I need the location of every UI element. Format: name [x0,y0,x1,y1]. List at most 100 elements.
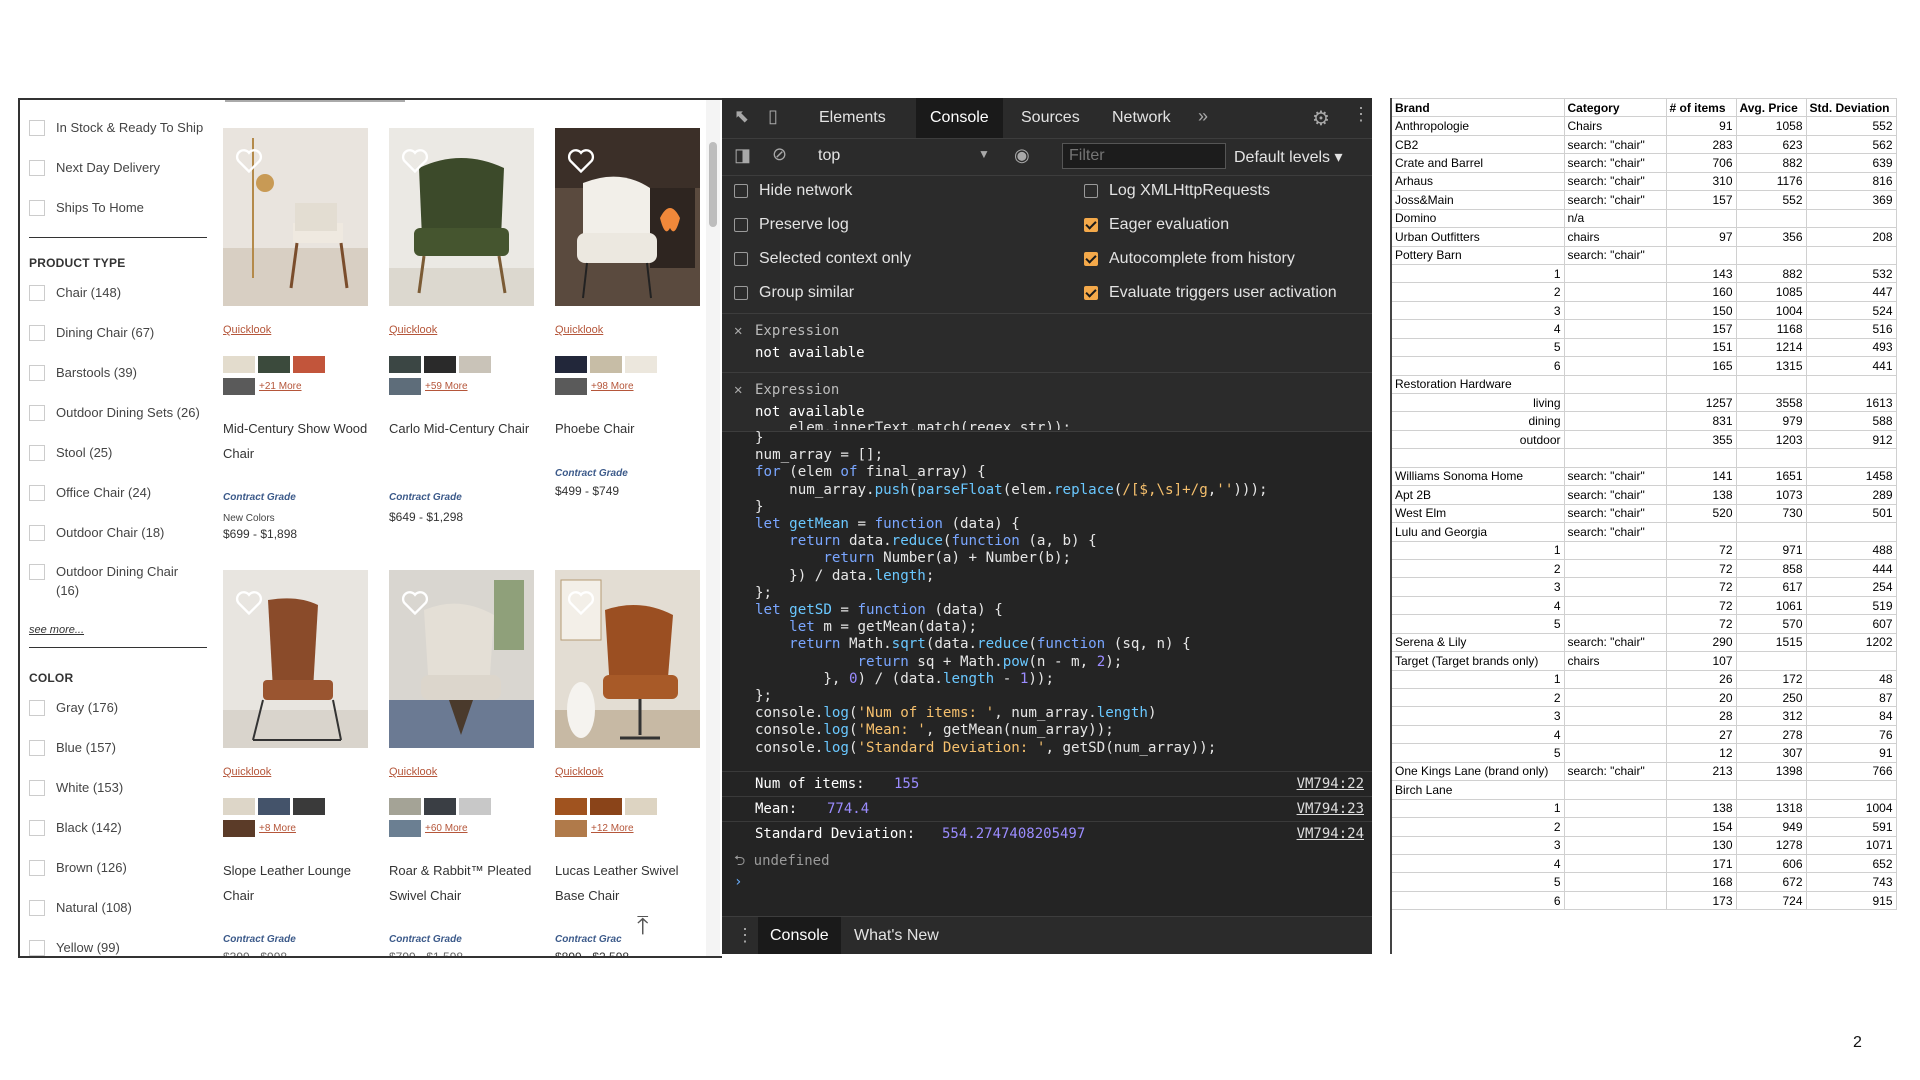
table-cell[interactable] [1665,208,1737,229]
eye-icon[interactable]: ◉ [1014,145,1030,166]
product-card[interactable]: Quicklook +12 More Lucas Leather Swivel … [555,570,705,956]
quicklook-link[interactable]: Quicklook [223,766,271,778]
table-cell[interactable]: search: "chair" [1563,632,1667,653]
table-cell[interactable] [1563,300,1667,321]
sidebar-toggle-icon[interactable]: ◨ [734,145,751,166]
table-cell[interactable] [1563,356,1667,376]
heart-icon[interactable] [567,148,595,174]
table-cell[interactable]: 130 [1665,835,1737,855]
table-cell[interactable] [1563,780,1667,800]
table-cell[interactable]: search: "chair" [1563,245,1667,265]
table-cell[interactable]: 84 [1805,706,1897,726]
table-cell[interactable] [1665,780,1737,800]
drawer-tab-whats-new[interactable]: What's New [842,917,951,954]
filter-type-office-chair[interactable]: Office Chair (24) [29,485,151,501]
table-cell[interactable]: 4 [1392,853,1565,874]
swatch[interactable] [555,356,587,373]
table-cell[interactable]: 441 [1805,356,1897,376]
table-cell[interactable] [1805,245,1897,265]
table-cell[interactable]: 72 [1665,540,1737,560]
log-levels-dropdown[interactable]: Default levels ▾ [1234,147,1343,167]
table-cell[interactable]: search: "chair" [1563,466,1667,487]
table-cell[interactable]: 5 [1392,614,1565,634]
swatch[interactable] [223,820,255,837]
filter-type-outdoor-chair[interactable]: Outdoor Chair (18) [29,525,164,541]
filter-next-day[interactable]: Next Day Delivery [29,160,160,176]
table-cell[interactable]: 1613 [1805,392,1897,413]
table-cell[interactable]: 488 [1805,540,1897,560]
table-cell[interactable]: search: "chair" [1563,134,1667,155]
product-name[interactable]: Slope Leather Lounge Chair [223,858,371,908]
table-cell[interactable]: 1 [1392,669,1565,690]
table-cell[interactable]: 91 [1665,116,1737,136]
table-cell[interactable]: 151 [1665,337,1737,358]
table-cell[interactable]: 283 [1665,134,1737,155]
table-cell[interactable]: 524 [1805,300,1897,321]
swatch[interactable] [258,798,290,815]
table-cell[interactable]: Serena & Lily [1392,632,1565,653]
table-cell[interactable]: 312 [1735,706,1807,726]
swatch[interactable] [459,356,491,373]
heart-icon[interactable] [401,590,429,616]
table-cell[interactable]: 157 [1665,319,1737,339]
filter-type-dining-chair[interactable]: Dining Chair (67) [29,325,154,341]
table-cell[interactable]: 1398 [1735,761,1807,782]
swatch[interactable] [590,798,622,815]
table-cell[interactable]: 107 [1665,651,1737,671]
table-cell[interactable]: chairs [1563,227,1667,247]
table-cell[interactable]: 1085 [1735,282,1807,302]
device-toolbar-icon[interactable]: ▯ [768,106,778,127]
table-cell[interactable]: 1 [1392,263,1565,284]
table-cell[interactable] [1563,724,1667,745]
swatch[interactable] [223,378,255,395]
table-cell[interactable]: Anthropologie [1392,116,1565,136]
table-cell[interactable] [1563,558,1667,579]
table-cell[interactable]: 730 [1735,503,1807,524]
table-cell[interactable]: 1458 [1805,466,1897,487]
table-cell[interactable]: 766 [1805,761,1897,782]
header-items[interactable]: # of items [1665,98,1737,118]
tab-elements[interactable]: Elements [805,98,900,138]
setting-autocomplete[interactable]: Autocomplete from history [1084,250,1295,268]
table-cell[interactable]: 141 [1665,466,1737,487]
table-cell[interactable] [1563,853,1667,874]
table-cell[interactable]: Pottery Barn [1392,245,1565,265]
more-tabs-icon[interactable]: » [1198,106,1208,127]
table-cell[interactable]: 1058 [1735,116,1807,136]
swatch[interactable] [223,798,255,815]
table-cell[interactable]: 250 [1735,687,1807,708]
table-cell[interactable] [1735,208,1807,229]
table-cell[interactable]: 1071 [1805,835,1897,855]
table-cell[interactable]: search: "chair" [1563,761,1667,782]
more-swatches-link[interactable]: +98 More [591,381,634,392]
see-more-link[interactable]: see more... [29,624,84,636]
table-cell[interactable] [1563,706,1667,726]
table-cell[interactable] [1563,392,1667,413]
table-cell[interactable]: 28 [1665,706,1737,726]
swatch[interactable] [293,356,325,373]
table-cell[interactable] [1563,669,1667,690]
table-cell[interactable] [1735,245,1807,265]
table-cell[interactable]: 72 [1665,595,1737,616]
filter-color-blue[interactable]: Blue (157) [29,740,116,756]
table-cell[interactable]: 639 [1805,153,1897,173]
table-cell[interactable]: 171 [1665,853,1737,874]
table-cell[interactable]: 971 [1735,540,1807,560]
tab-sources[interactable]: Sources [1007,98,1094,138]
table-cell[interactable] [1563,614,1667,634]
table-cell[interactable]: 87 [1805,687,1897,708]
table-cell[interactable] [1805,780,1897,800]
table-cell[interactable]: CB2 [1392,134,1565,155]
filter-type-chair[interactable]: Chair (148) [29,285,121,301]
table-cell[interactable]: 1203 [1735,429,1807,450]
table-cell[interactable]: search: "chair" [1563,153,1667,173]
table-cell[interactable] [1665,374,1737,395]
swatch[interactable] [389,798,421,815]
back-to-top-icon[interactable]: ⤒ [637,910,649,942]
table-cell[interactable] [1665,522,1737,542]
header-avg-price[interactable]: Avg. Price [1735,98,1807,118]
product-image[interactable] [389,570,534,748]
table-cell[interactable] [1805,448,1897,468]
product-card[interactable]: Quicklook +59 More Carlo Mid-Century Cha… [389,128,539,524]
product-image[interactable] [223,570,368,748]
